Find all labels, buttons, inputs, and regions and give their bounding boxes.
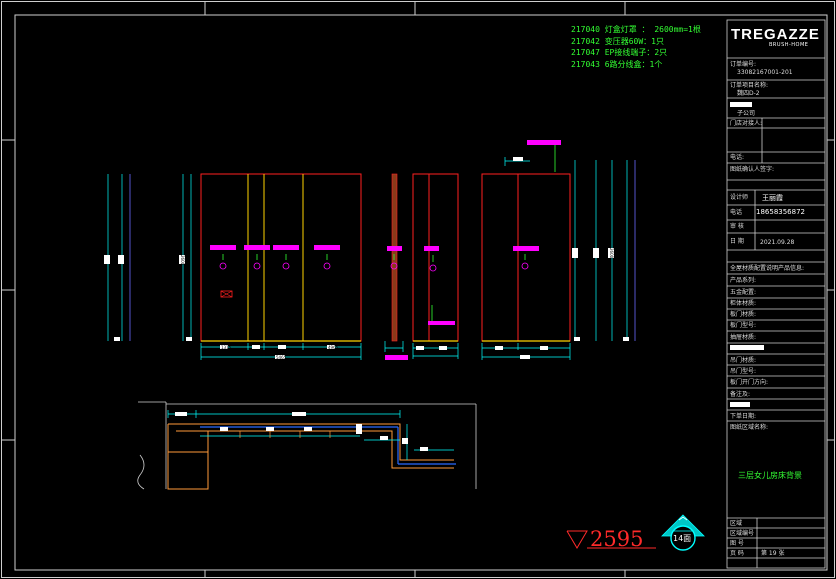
phone-label: 电话: bbox=[730, 154, 745, 161]
tb-row-11: 备注及: bbox=[730, 391, 751, 398]
review-label: 审 核 bbox=[730, 223, 744, 230]
designer-name: 王丽霞 bbox=[762, 194, 783, 202]
side-section bbox=[384, 173, 408, 360]
area-name: 三层女儿房床背景 bbox=[738, 471, 802, 480]
level-mark-value: 2595 bbox=[590, 527, 644, 551]
designer-tel: 18658356872 bbox=[756, 208, 805, 216]
tb-row-9: 吊门型号: bbox=[730, 368, 757, 375]
bottom-row-4: 页 码 bbox=[730, 550, 744, 557]
designer-label: 设计师 bbox=[730, 194, 749, 201]
tb-row-4: 板门材质: bbox=[730, 311, 757, 318]
contact-label: 门店对接人: bbox=[730, 120, 763, 127]
confirm-label: 图纸确认人签字: bbox=[730, 166, 775, 173]
order-no-label: 订单编号: bbox=[730, 61, 757, 68]
dim-front-1: 1315 bbox=[221, 345, 232, 350]
project-label: 订单项目名称: bbox=[730, 82, 769, 89]
tb-row-13: 下单日期: bbox=[730, 413, 757, 420]
date-label: 日 期 bbox=[730, 238, 744, 245]
material-note-2: 217042 变压器60W：1只 bbox=[571, 37, 664, 46]
bottom-row-3: 图 号 bbox=[730, 540, 744, 547]
order-no: 33082167001-201 bbox=[737, 69, 793, 76]
tb-row-6: 抽屉材质: bbox=[730, 334, 757, 341]
middle-elevation bbox=[412, 173, 459, 359]
tb-row-2: 五金配置: bbox=[730, 289, 757, 296]
tb-row-5: 板门型号: bbox=[730, 322, 757, 329]
dim-front-2: 2600 bbox=[180, 255, 185, 266]
outer-frame bbox=[1, 1, 835, 578]
section-mark-label: 14面 bbox=[673, 534, 692, 543]
tb-row-10: 板门开门方向: bbox=[730, 379, 769, 386]
dim-front-4: 4965 bbox=[328, 345, 339, 350]
tb-row-3: 柜体材质: bbox=[730, 300, 757, 307]
material-note-1: 217040 灯盒灯罩 ： 2600mm=1根 bbox=[571, 25, 701, 34]
dim-front-3: 5465 bbox=[276, 355, 287, 360]
material-note-3: 217047 EP接线端子：2只 bbox=[571, 48, 668, 57]
cad-drawing bbox=[1, 1, 835, 578]
area-label: 图纸区域名称: bbox=[730, 424, 769, 431]
plan-view bbox=[137, 401, 477, 490]
frame-ticks bbox=[2, 2, 834, 578]
company-name: 子公司 bbox=[737, 110, 756, 117]
product-info-label: 全屋材质配置说明产品信息: bbox=[730, 265, 805, 272]
brand-subtitle: BRUSH-HOME bbox=[769, 42, 809, 48]
bottom-row-2: 区域编号 bbox=[730, 530, 755, 537]
tb-row-8: 吊门材质: bbox=[730, 357, 757, 364]
page-number: 第 19 张 bbox=[761, 550, 785, 557]
date-value: 2021.09.28 bbox=[760, 239, 795, 246]
project-name: 魏四D-2 bbox=[737, 90, 760, 97]
bottom-row-1: 区域 bbox=[730, 520, 743, 527]
dim-side-1: 2600 bbox=[609, 248, 614, 259]
front-elevation bbox=[104, 173, 362, 360]
brand-logo: TREGAZZE bbox=[731, 26, 820, 43]
tb-row-1: 产品系列: bbox=[730, 277, 757, 284]
tel-label: 电话 bbox=[730, 209, 743, 216]
material-note-4: 217043 6路分线盒：1个 bbox=[571, 60, 663, 69]
inner-frame bbox=[14, 14, 828, 571]
